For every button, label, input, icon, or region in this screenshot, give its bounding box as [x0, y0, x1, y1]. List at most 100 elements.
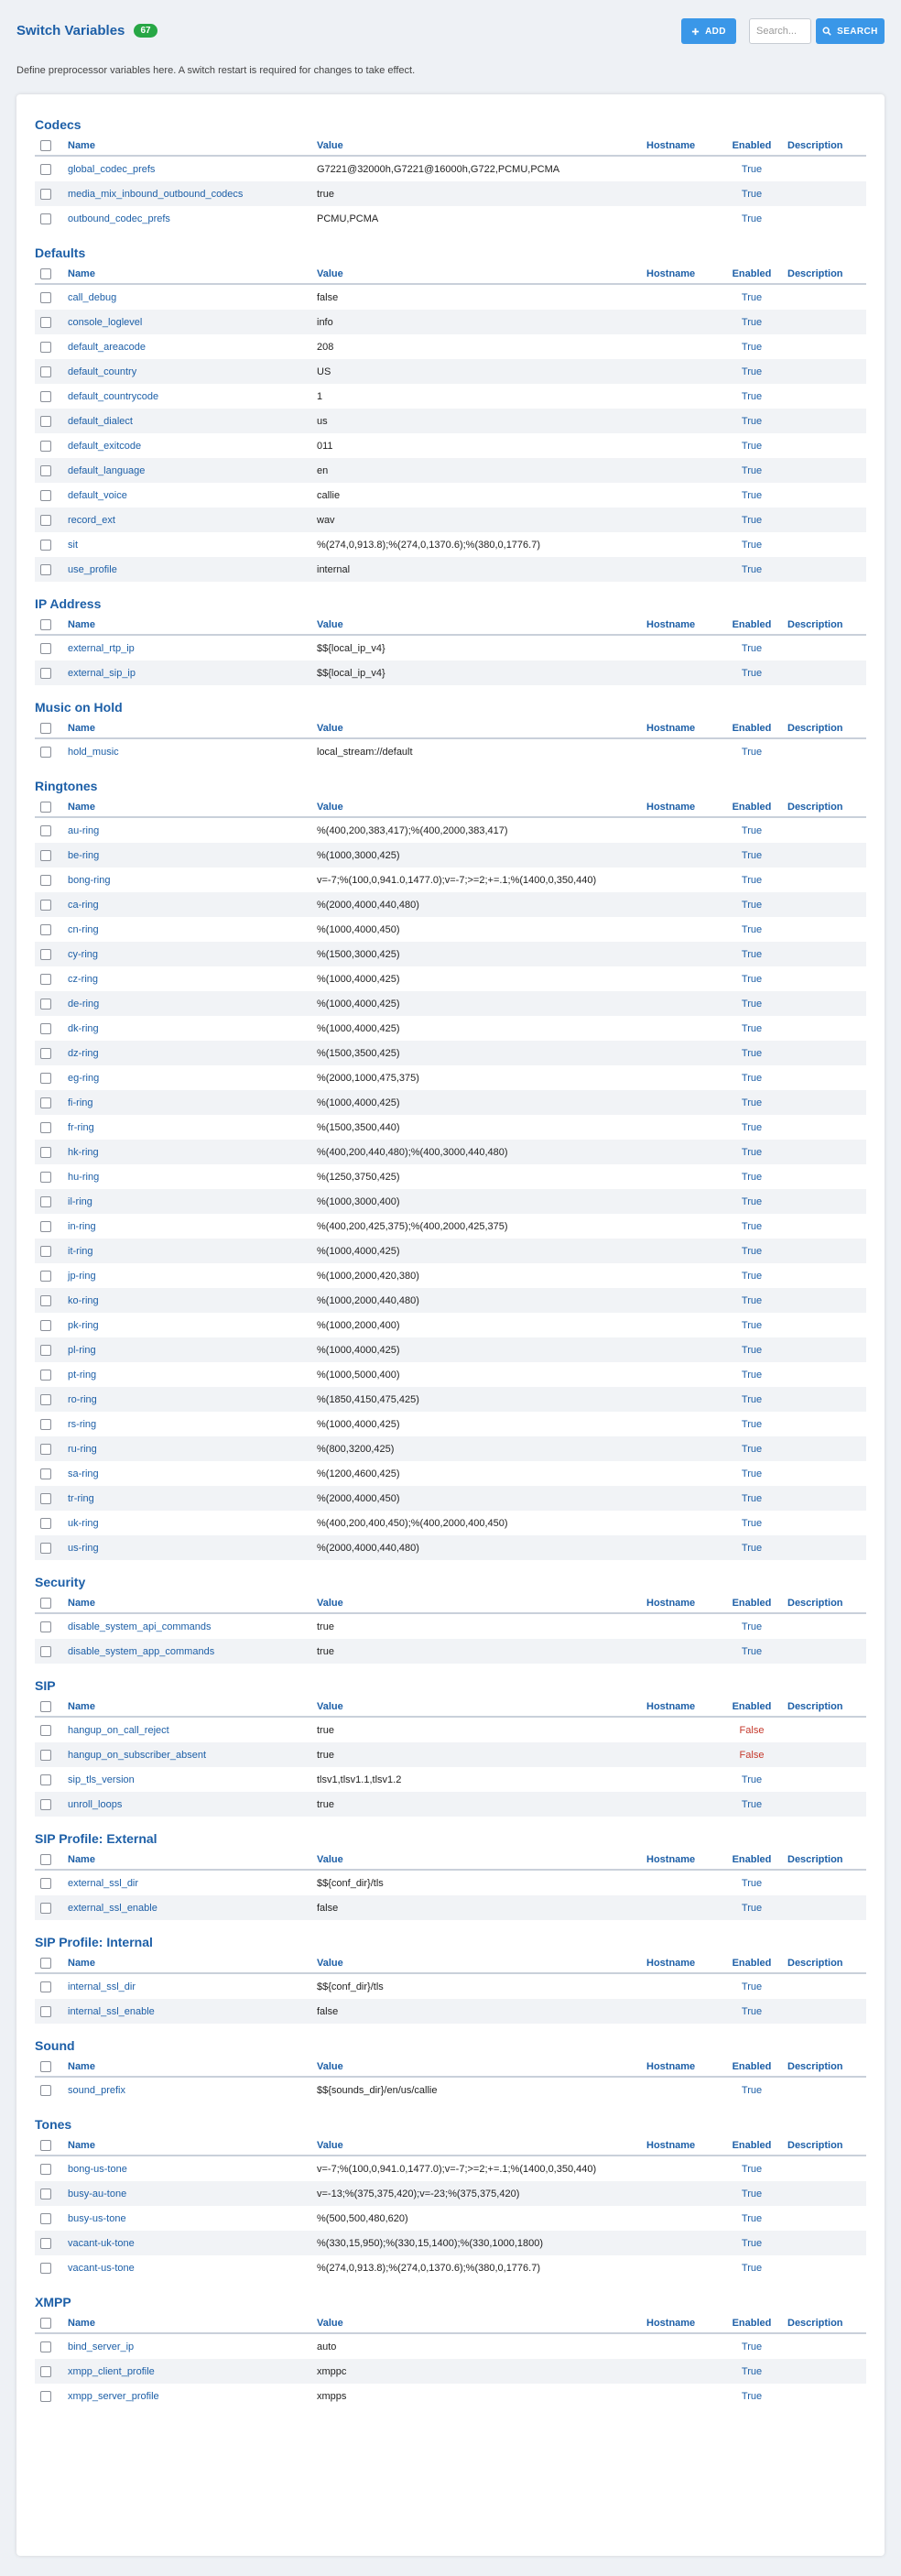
- variable-enabled-toggle[interactable]: True: [729, 310, 775, 334]
- variable-name-link[interactable]: xmpp_client_profile: [68, 2359, 155, 2384]
- variable-name-link[interactable]: disable_system_api_commands: [68, 1614, 212, 1639]
- variable-enabled-toggle[interactable]: True: [729, 942, 775, 966]
- column-header-hostname[interactable]: Hostname: [646, 718, 695, 737]
- variable-enabled-toggle[interactable]: True: [729, 1535, 775, 1560]
- table-row[interactable]: internal_ssl_dir $${conf_dir}/tls True: [35, 1974, 866, 1999]
- column-header-hostname[interactable]: Hostname: [646, 2313, 695, 2332]
- row-checkbox[interactable]: [40, 291, 51, 303]
- select-all-checkbox[interactable]: [40, 801, 51, 813]
- row-checkbox[interactable]: [40, 1468, 51, 1479]
- row-checkbox[interactable]: [40, 1369, 51, 1381]
- row-checkbox[interactable]: [40, 1492, 51, 1504]
- select-all-checkbox[interactable]: [40, 2139, 51, 2151]
- column-header-description[interactable]: Description: [787, 264, 843, 283]
- column-header-name[interactable]: Name: [68, 718, 95, 737]
- row-checkbox[interactable]: [40, 1121, 51, 1133]
- variable-name-link[interactable]: eg-ring: [68, 1065, 99, 1090]
- column-header-value[interactable]: Value: [317, 136, 343, 155]
- variable-enabled-toggle[interactable]: True: [729, 1436, 775, 1461]
- variable-enabled-toggle[interactable]: True: [729, 384, 775, 409]
- column-header-description[interactable]: Description: [787, 718, 843, 737]
- variable-name-link[interactable]: default_countrycode: [68, 384, 158, 409]
- column-header-description[interactable]: Description: [787, 2135, 843, 2155]
- table-row[interactable]: bind_server_ip auto True: [35, 2334, 866, 2359]
- table-row[interactable]: fi-ring %(1000,4000,425) True: [35, 1090, 866, 1115]
- table-row[interactable]: sa-ring %(1200,4600,425) True: [35, 1461, 866, 1486]
- variable-name-link[interactable]: media_mix_inbound_outbound_codecs: [68, 181, 243, 206]
- table-row[interactable]: jp-ring %(1000,2000,420,380) True: [35, 1263, 866, 1288]
- table-row[interactable]: busy-au-tone v=-13;%(375,375,420);v=-23;%…: [35, 2181, 866, 2206]
- row-checkbox[interactable]: [40, 2341, 51, 2352]
- variable-name-link[interactable]: disable_system_app_commands: [68, 1639, 214, 1664]
- table-row[interactable]: cz-ring %(1000,4000,425) True: [35, 966, 866, 991]
- select-all-checkbox[interactable]: [40, 722, 51, 734]
- table-row[interactable]: ca-ring %(2000,4000,440,480) True: [35, 892, 866, 917]
- select-all-checkbox[interactable]: [40, 2060, 51, 2072]
- table-row[interactable]: default_exitcode 011 True: [35, 433, 866, 458]
- table-row[interactable]: default_areacode 208 True: [35, 334, 866, 359]
- row-checkbox[interactable]: [40, 849, 51, 861]
- variable-name-link[interactable]: hangup_on_call_reject: [68, 1718, 169, 1742]
- column-header-name[interactable]: Name: [68, 1850, 95, 1869]
- variable-enabled-toggle[interactable]: True: [729, 557, 775, 582]
- variable-enabled-toggle[interactable]: True: [729, 409, 775, 433]
- column-header-value[interactable]: Value: [317, 2135, 343, 2155]
- variable-enabled-toggle[interactable]: True: [729, 458, 775, 483]
- column-header-enabled[interactable]: Enabled: [729, 797, 775, 816]
- row-checkbox[interactable]: [40, 1418, 51, 1430]
- table-row[interactable]: busy-us-tone %(500,500,480,620) True: [35, 2206, 866, 2231]
- variable-name-link[interactable]: internal_ssl_dir: [68, 1974, 136, 1999]
- variable-name-link[interactable]: console_loglevel: [68, 310, 142, 334]
- variable-enabled-toggle[interactable]: False: [729, 1742, 775, 1767]
- column-header-name[interactable]: Name: [68, 1953, 95, 1972]
- table-row[interactable]: disable_system_app_commands true True: [35, 1639, 866, 1664]
- row-checkbox[interactable]: [40, 1393, 51, 1405]
- variable-name-link[interactable]: us-ring: [68, 1535, 99, 1560]
- table-row[interactable]: vacant-uk-tone %(330,15,950);%(330,15,140…: [35, 2231, 866, 2255]
- variable-enabled-toggle[interactable]: True: [729, 739, 775, 764]
- column-header-hostname[interactable]: Hostname: [646, 1593, 695, 1612]
- variable-name-link[interactable]: sit: [68, 532, 78, 557]
- row-checkbox[interactable]: [40, 1724, 51, 1736]
- table-row[interactable]: default_dialect us True: [35, 409, 866, 433]
- variable-enabled-toggle[interactable]: True: [729, 2359, 775, 2384]
- row-checkbox[interactable]: [40, 1542, 51, 1554]
- column-header-name[interactable]: Name: [68, 264, 95, 283]
- table-row[interactable]: internal_ssl_enable false True: [35, 1999, 866, 2024]
- variable-enabled-toggle[interactable]: True: [729, 1792, 775, 1817]
- variable-enabled-toggle[interactable]: True: [729, 1239, 775, 1263]
- variable-enabled-toggle[interactable]: True: [729, 1115, 775, 1140]
- row-checkbox[interactable]: [40, 390, 51, 402]
- variable-name-link[interactable]: ru-ring: [68, 1436, 97, 1461]
- column-header-description[interactable]: Description: [787, 1953, 843, 1972]
- row-checkbox[interactable]: [40, 2005, 51, 2017]
- column-header-name[interactable]: Name: [68, 1697, 95, 1716]
- variable-name-link[interactable]: busy-us-tone: [68, 2206, 126, 2231]
- column-header-hostname[interactable]: Hostname: [646, 264, 695, 283]
- row-checkbox[interactable]: [40, 642, 51, 654]
- variable-enabled-toggle[interactable]: True: [729, 991, 775, 1016]
- variable-enabled-toggle[interactable]: True: [729, 2231, 775, 2255]
- column-header-value[interactable]: Value: [317, 1697, 343, 1716]
- table-row[interactable]: eg-ring %(2000,1000,475,375) True: [35, 1065, 866, 1090]
- variable-enabled-toggle[interactable]: True: [729, 2156, 775, 2181]
- table-row[interactable]: pk-ring %(1000,2000,400) True: [35, 1313, 866, 1337]
- row-checkbox[interactable]: [40, 1294, 51, 1306]
- row-checkbox[interactable]: [40, 1270, 51, 1282]
- table-row[interactable]: external_rtp_ip $${local_ip_v4} True: [35, 636, 866, 660]
- variable-name-link[interactable]: fi-ring: [68, 1090, 93, 1115]
- variable-enabled-toggle[interactable]: True: [729, 1639, 775, 1664]
- table-row[interactable]: au-ring %(400,200,383,417);%(400,2000,383…: [35, 818, 866, 843]
- row-checkbox[interactable]: [40, 1621, 51, 1632]
- row-checkbox[interactable]: [40, 1220, 51, 1232]
- table-row[interactable]: sip_tls_version tlsv1,tlsv1.1,tlsv1.2 True: [35, 1767, 866, 1792]
- variable-name-link[interactable]: uk-ring: [68, 1511, 99, 1535]
- row-checkbox[interactable]: [40, 2390, 51, 2402]
- row-checkbox[interactable]: [40, 2163, 51, 2175]
- column-header-value[interactable]: Value: [317, 1953, 343, 1972]
- table-row[interactable]: use_profile internal True: [35, 557, 866, 582]
- column-header-hostname[interactable]: Hostname: [646, 615, 695, 634]
- table-row[interactable]: call_debug false True: [35, 285, 866, 310]
- row-checkbox[interactable]: [40, 489, 51, 501]
- table-row[interactable]: xmpp_client_profile xmppc True: [35, 2359, 866, 2384]
